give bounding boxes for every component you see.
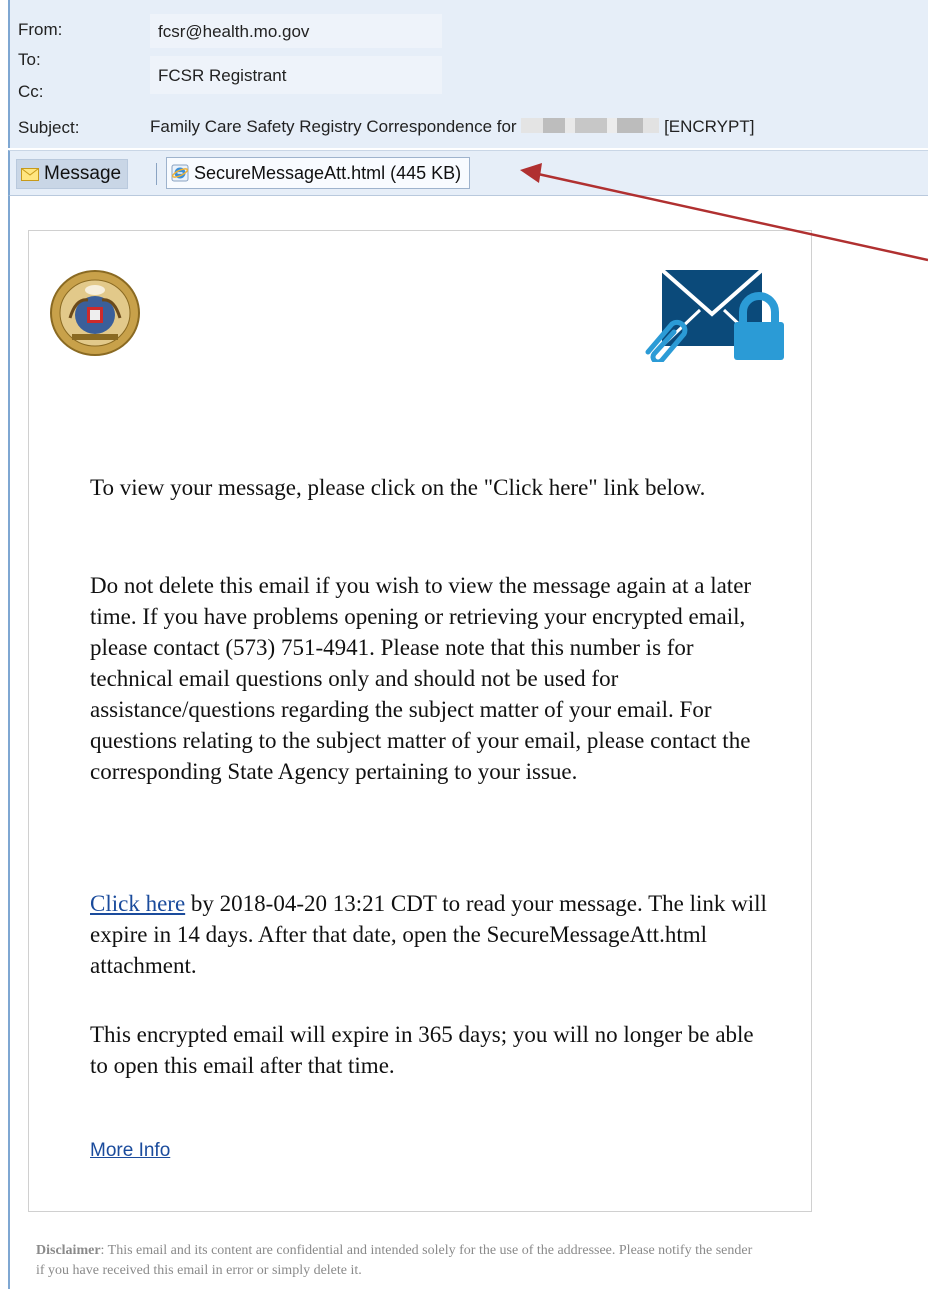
from-label: From: bbox=[18, 20, 63, 39]
click-here-link[interactable]: Click here bbox=[90, 891, 185, 916]
click-here-text: by 2018-04-20 13:21 CDT to read your mes… bbox=[90, 891, 767, 978]
intro-paragraph: To view your message, please click on th… bbox=[90, 475, 706, 500]
click-here-paragraph: Click here by 2018-04-20 13:21 CDT to re… bbox=[90, 888, 770, 981]
attachment-chip[interactable]: SecureMessageAtt.html (445 KB) bbox=[166, 157, 471, 189]
tab-separator bbox=[156, 163, 157, 185]
subject-prefix: Family Care Safety Registry Corresponden… bbox=[150, 117, 517, 136]
message-tab[interactable]: Message bbox=[16, 159, 129, 189]
missouri-seal-icon bbox=[50, 270, 140, 356]
disclaimer-label: Disclaimer bbox=[36, 1243, 101, 1258]
to-value[interactable]: FCSR Registrant bbox=[158, 66, 286, 86]
envelope-icon bbox=[21, 167, 39, 181]
subject-suffix: [ENCRYPT] bbox=[664, 117, 755, 136]
more-info-link[interactable]: More Info bbox=[90, 1140, 170, 1162]
expiry-paragraph: This encrypted email will expire in 365 … bbox=[90, 1022, 754, 1078]
attachment-label: SecureMessageAtt.html (445 KB) bbox=[194, 162, 462, 183]
instructions-paragraph: Do not delete this email if you wish to … bbox=[90, 573, 752, 784]
encrypted-mail-icon bbox=[645, 268, 784, 362]
attachment-bar: Message SecureMessageAtt.html (445 KB) bbox=[8, 150, 928, 196]
html-file-icon bbox=[171, 164, 189, 182]
disclaimer-text: : This email and its content are confide… bbox=[36, 1243, 753, 1278]
disclaimer: Disclaimer: This email and its content a… bbox=[36, 1241, 756, 1281]
to-label: To: bbox=[18, 50, 41, 69]
subject-label: Subject: bbox=[18, 118, 80, 137]
email-header: From: fcsr@health.mo.gov To: FCSR Regist… bbox=[8, 0, 928, 148]
cc-label: Cc: bbox=[18, 82, 44, 101]
message-tab-label: Message bbox=[44, 163, 122, 184]
subject-value: Family Care Safety Registry Corresponden… bbox=[150, 117, 754, 137]
redacted-name bbox=[521, 118, 660, 133]
from-value[interactable]: fcsr@health.mo.gov bbox=[158, 22, 309, 42]
